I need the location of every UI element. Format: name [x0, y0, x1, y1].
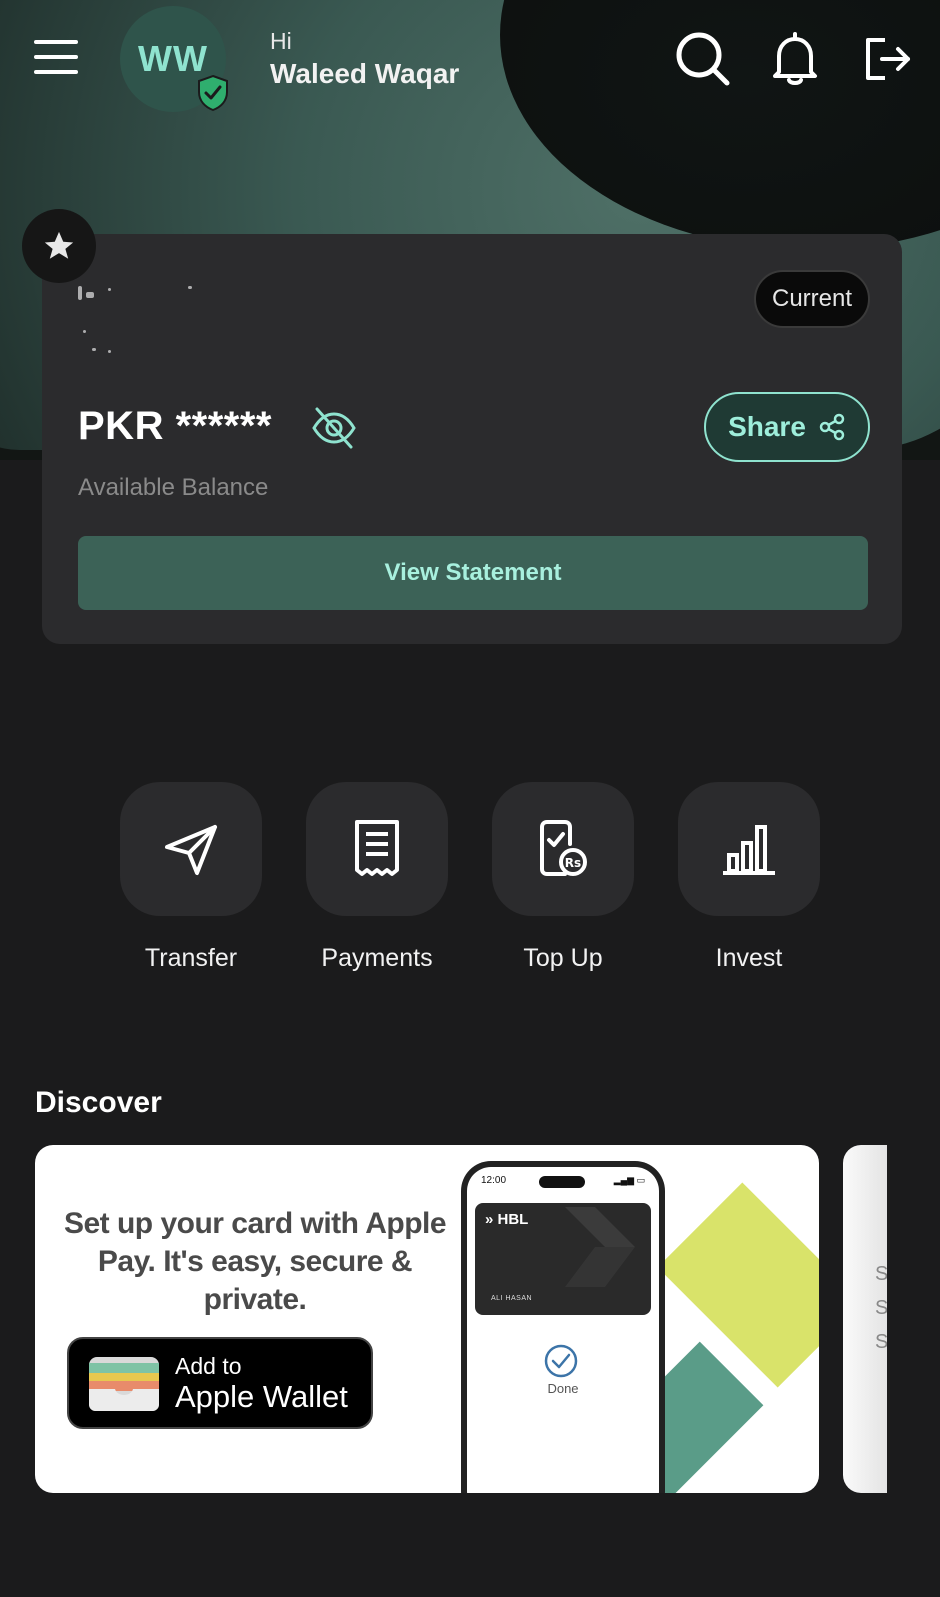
quick-action-invest[interactable]: Invest [678, 782, 820, 972]
mobile-topup-icon: Rs [540, 820, 587, 876]
menu-icon[interactable] [34, 40, 78, 78]
view-statement-button[interactable]: View Statement [78, 536, 868, 610]
discover-title: Discover [35, 1086, 162, 1119]
balance-amount: PKR ****** [78, 404, 272, 448]
next-promo-card[interactable]: S S S [843, 1145, 887, 1493]
done-label: Done [547, 1381, 579, 1396]
wallet-name-label: Apple Wallet [175, 1379, 348, 1414]
user-name: Waleed Waqar [270, 58, 460, 89]
view-statement-label: View Statement [384, 559, 562, 586]
card-brand: » HBL [485, 1211, 529, 1228]
quick-action-label: Invest [715, 944, 783, 972]
promo-headline: Set up your card with Apple Pay. It's ea… [63, 1207, 447, 1316]
quick-action-transfer[interactable]: Transfer [120, 782, 262, 972]
hide-balance-eye-icon[interactable] [310, 404, 358, 452]
add-to-apple-wallet-button[interactable]: Add to Apple Wallet [67, 1337, 373, 1429]
receipt-icon [355, 820, 399, 876]
verified-shield-icon [198, 74, 228, 112]
peek-text: S [875, 1331, 887, 1353]
send-icon [165, 825, 217, 875]
bar-chart-icon [723, 825, 775, 875]
wallet-icon [89, 1357, 159, 1411]
share-label: Share [728, 411, 806, 442]
decor-shape [657, 1182, 819, 1388]
svg-text:Rs: Rs [565, 856, 581, 870]
checkmark-icon [544, 1344, 578, 1378]
peek-text: S [875, 1263, 887, 1285]
share-button[interactable]: Share [704, 392, 870, 462]
phone-time: 12:00 [481, 1175, 507, 1186]
share-icon [819, 413, 845, 441]
account-type-badge: Current [754, 270, 870, 328]
greeting: Hi [270, 28, 292, 54]
wallet-add-label: Add to [175, 1353, 242, 1379]
card-holder: ALI HASAN [491, 1295, 533, 1302]
phone-mockup: 12:00 ▂▄▆ ▭ » HBL ALI HASAN Done [461, 1161, 665, 1493]
logout-icon[interactable] [858, 30, 916, 88]
hbl-card: » HBL ALI HASAN [475, 1203, 651, 1315]
quick-action-payments[interactable]: Payments [306, 782, 448, 972]
account-number-redacted [78, 286, 238, 356]
bell-icon[interactable] [766, 30, 824, 88]
phone-status-icons: ▂▄▆ ▭ [613, 1175, 645, 1185]
card-decor [565, 1207, 635, 1287]
search-icon[interactable] [674, 30, 732, 88]
star-icon [44, 231, 74, 259]
apple-pay-promo-banner[interactable]: Set up your card with Apple Pay. It's ea… [35, 1145, 819, 1493]
available-balance-label: Available Balance [78, 474, 269, 501]
favorite-star-button[interactable] [22, 209, 96, 283]
peek-text: S [875, 1297, 887, 1319]
quick-action-top-up[interactable]: Rs Top Up [492, 782, 634, 972]
